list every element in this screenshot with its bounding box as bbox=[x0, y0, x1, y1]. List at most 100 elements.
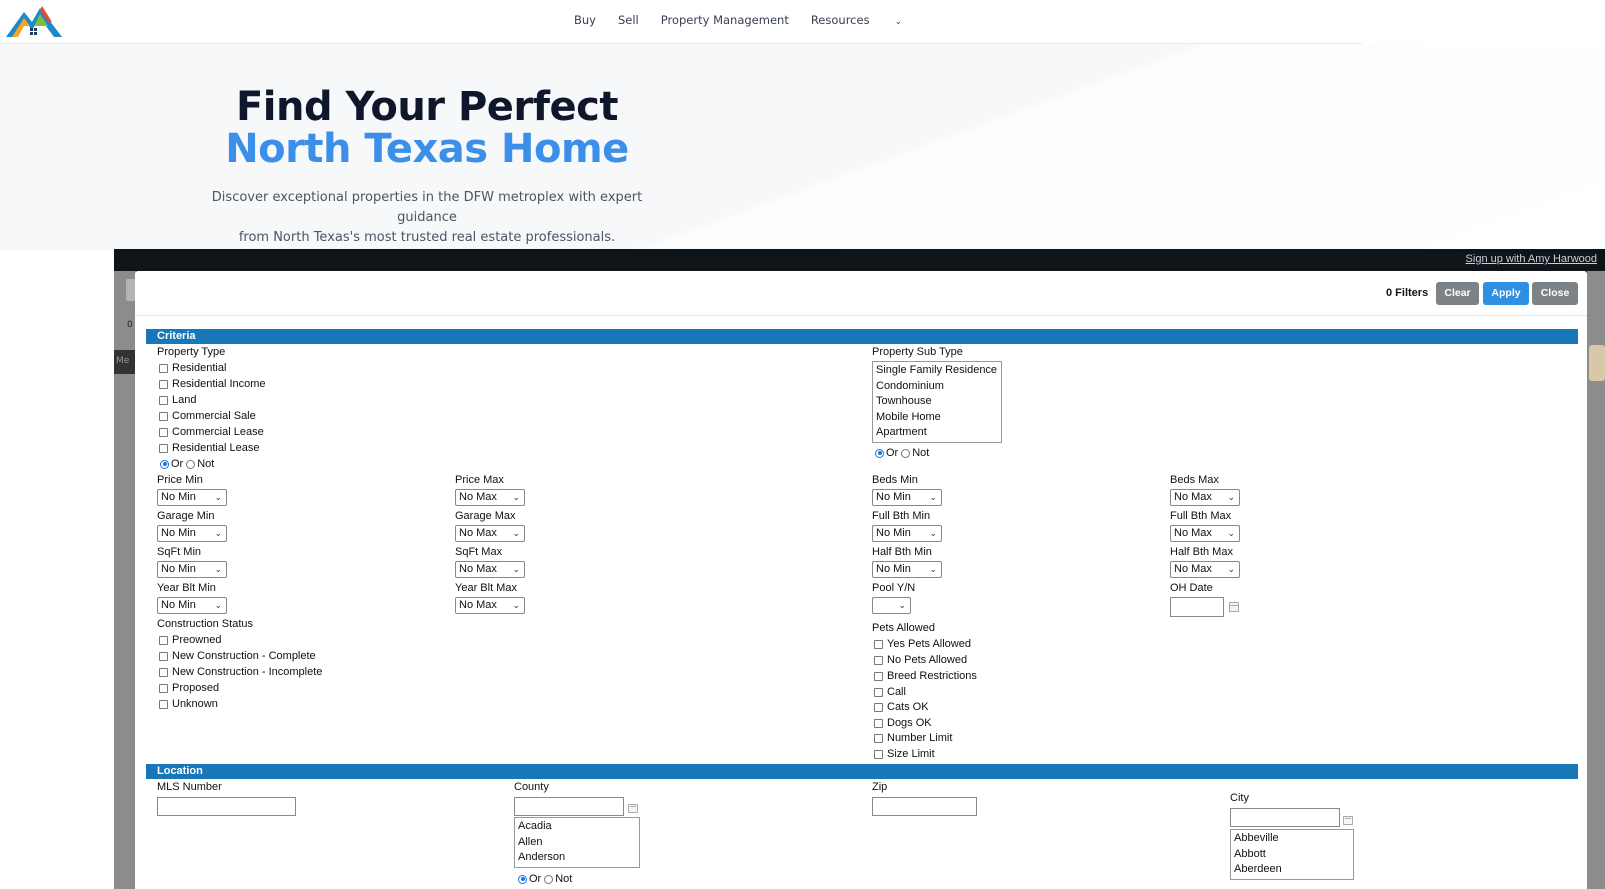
oh-date-input[interactable] bbox=[1170, 597, 1224, 617]
mls-number-input[interactable] bbox=[157, 797, 296, 816]
checkbox[interactable] bbox=[159, 699, 168, 709]
hero-title: Find Your Perfect bbox=[235, 84, 619, 130]
checkbox[interactable] bbox=[874, 718, 883, 728]
oh-date-label: OH Date bbox=[1170, 582, 1213, 594]
checkbox[interactable] bbox=[874, 749, 883, 759]
checkbox[interactable] bbox=[874, 702, 883, 712]
city-input[interactable] bbox=[1230, 808, 1340, 827]
list-item[interactable]: Single Family Residence bbox=[876, 363, 998, 379]
zip-input[interactable] bbox=[872, 797, 977, 816]
list-item[interactable]: Allen bbox=[518, 835, 636, 851]
or-radio[interactable] bbox=[518, 874, 527, 884]
nav-sell[interactable]: Sell bbox=[618, 13, 639, 27]
property-sub-type-list[interactable]: Single Family Residence Condominium Town… bbox=[872, 361, 1002, 443]
county-list[interactable]: Acadia Allen Anderson bbox=[514, 817, 640, 868]
construction-preowned[interactable]: Preowned bbox=[159, 634, 222, 646]
checkbox[interactable] bbox=[159, 363, 168, 373]
checkbox[interactable] bbox=[159, 651, 168, 661]
property-type-residential-lease[interactable]: Residential Lease bbox=[159, 442, 259, 454]
year-blt-min-select[interactable]: No Min ⌄ bbox=[157, 597, 227, 614]
list-item[interactable]: Townhouse bbox=[876, 394, 998, 410]
full-bth-min-select[interactable]: No Min ⌄ bbox=[872, 525, 942, 542]
price-max-select[interactable]: No Max ⌄ bbox=[455, 489, 525, 506]
half-bth-max-select[interactable]: No Max ⌄ bbox=[1170, 561, 1240, 578]
pets-call[interactable]: Call bbox=[874, 686, 906, 698]
apply-button[interactable]: Apply bbox=[1483, 282, 1529, 305]
list-item[interactable]: Apartment bbox=[876, 425, 998, 441]
not-label: Not bbox=[555, 873, 573, 885]
property-type-commercial-sale[interactable]: Commercial Sale bbox=[159, 410, 256, 422]
list-item[interactable]: Acadia bbox=[518, 819, 636, 835]
pets-no[interactable]: No Pets Allowed bbox=[874, 654, 967, 666]
pets-size-limit[interactable]: Size Limit bbox=[874, 748, 935, 760]
checkbox[interactable] bbox=[159, 635, 168, 645]
criteria-header: Criteria bbox=[146, 329, 1578, 344]
not-radio[interactable] bbox=[186, 459, 196, 469]
construction-proposed[interactable]: Proposed bbox=[159, 682, 219, 694]
option-label: Dogs OK bbox=[887, 717, 932, 729]
close-button[interactable]: Close bbox=[1532, 282, 1578, 305]
property-type-residential-income[interactable]: Residential Income bbox=[159, 378, 266, 390]
pets-number-limit[interactable]: Number Limit bbox=[874, 732, 952, 744]
list-item[interactable]: Condominium bbox=[876, 379, 998, 395]
property-type-land[interactable]: Land bbox=[159, 394, 196, 406]
sqft-min-select[interactable]: No Min ⌄ bbox=[157, 561, 227, 578]
checkbox[interactable] bbox=[159, 379, 168, 389]
nav-property-management[interactable]: Property Management bbox=[661, 13, 789, 27]
price-min-select[interactable]: No Min ⌄ bbox=[157, 489, 227, 506]
or-radio[interactable] bbox=[875, 448, 884, 458]
beds-max-select[interactable]: No Max ⌄ bbox=[1170, 489, 1240, 506]
picker-icon[interactable] bbox=[1343, 816, 1353, 825]
pets-breed-restrictions[interactable]: Breed Restrictions bbox=[874, 670, 977, 682]
pets-dogs-ok[interactable]: Dogs OK bbox=[874, 717, 932, 729]
checkbox[interactable] bbox=[159, 667, 168, 677]
pets-cats-ok[interactable]: Cats OK bbox=[874, 701, 929, 713]
checkbox[interactable] bbox=[159, 411, 168, 421]
county-or-not: Or Not bbox=[518, 873, 575, 885]
not-radio[interactable] bbox=[901, 448, 911, 458]
full-bth-max-select[interactable]: No Max ⌄ bbox=[1170, 525, 1240, 542]
logo[interactable] bbox=[4, 0, 64, 40]
half-bth-min-select[interactable]: No Min ⌄ bbox=[872, 561, 942, 578]
signup-link[interactable]: Sign up with Amy Harwood bbox=[1466, 253, 1597, 265]
or-radio[interactable] bbox=[160, 459, 169, 469]
property-type-residential[interactable]: Residential bbox=[159, 362, 226, 374]
checkbox[interactable] bbox=[159, 443, 168, 453]
checkbox[interactable] bbox=[159, 395, 168, 405]
construction-unknown[interactable]: Unknown bbox=[159, 698, 218, 710]
not-label: Not bbox=[912, 447, 930, 459]
construction-new-incomplete[interactable]: New Construction - Incomplete bbox=[159, 666, 322, 678]
city-list[interactable]: Abbeville Abbott Aberdeen bbox=[1230, 829, 1354, 880]
checkbox[interactable] bbox=[874, 687, 883, 697]
year-blt-max-select[interactable]: No Max ⌄ bbox=[455, 597, 525, 614]
construction-new-complete[interactable]: New Construction - Complete bbox=[159, 650, 316, 662]
beds-min-select[interactable]: No Min ⌄ bbox=[872, 489, 942, 506]
list-item[interactable]: Abbott bbox=[1234, 847, 1350, 863]
beds-max-label: Beds Max bbox=[1170, 474, 1219, 486]
checkbox[interactable] bbox=[874, 671, 883, 681]
calendar-icon[interactable] bbox=[1229, 602, 1239, 612]
list-item[interactable]: Anderson bbox=[518, 850, 636, 866]
checkbox[interactable] bbox=[874, 655, 883, 665]
list-item[interactable]: Aberdeen bbox=[1234, 862, 1350, 878]
checkbox[interactable] bbox=[159, 427, 168, 437]
garage-min-select[interactable]: No Min ⌄ bbox=[157, 525, 227, 542]
checkbox[interactable] bbox=[874, 639, 883, 649]
nav-buy[interactable]: Buy bbox=[574, 13, 596, 27]
county-input[interactable] bbox=[514, 797, 624, 816]
sqft-max-select[interactable]: No Max ⌄ bbox=[455, 561, 525, 578]
clear-button[interactable]: Clear bbox=[1436, 282, 1479, 305]
list-item[interactable]: Mobile Home bbox=[876, 410, 998, 426]
property-type-label: Property Type bbox=[157, 346, 226, 358]
checkbox[interactable] bbox=[159, 683, 168, 693]
checkbox[interactable] bbox=[874, 733, 883, 743]
not-radio[interactable] bbox=[544, 874, 554, 884]
option-label: Preowned bbox=[172, 634, 222, 646]
list-item[interactable]: Abbeville bbox=[1234, 831, 1350, 847]
pets-yes[interactable]: Yes Pets Allowed bbox=[874, 638, 971, 650]
nav-resources[interactable]: Resources ⌄ bbox=[811, 13, 924, 27]
property-type-commercial-lease[interactable]: Commercial Lease bbox=[159, 426, 264, 438]
picker-icon[interactable] bbox=[628, 804, 638, 813]
pool-select[interactable]: ⌄ bbox=[872, 597, 911, 614]
garage-max-select[interactable]: No Max ⌄ bbox=[455, 525, 525, 542]
